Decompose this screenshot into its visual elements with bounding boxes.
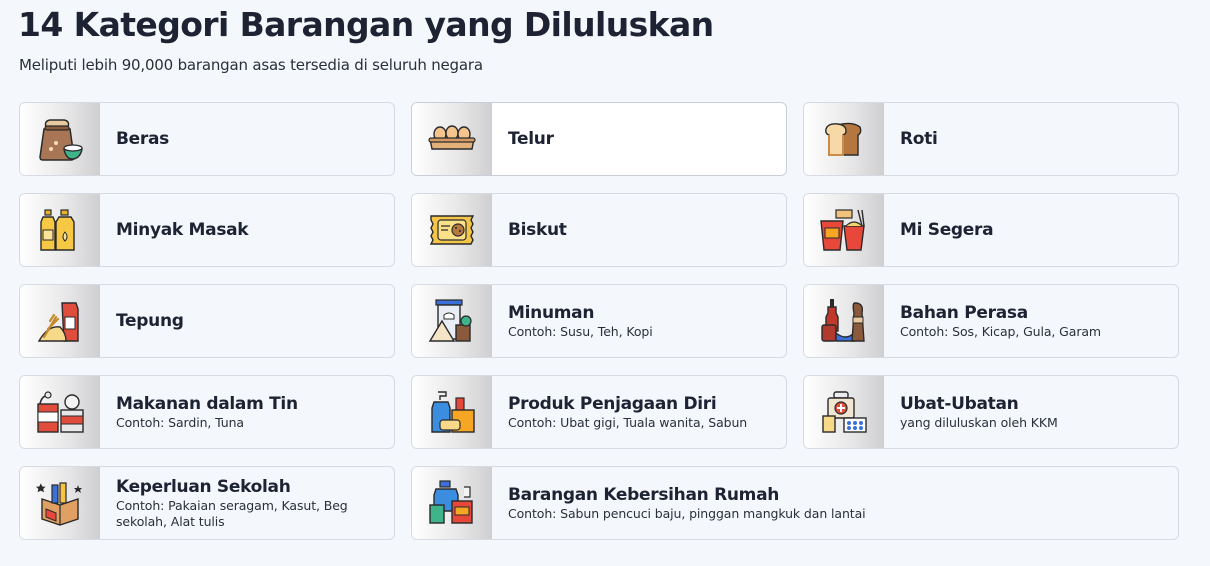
- category-card-mi-segera[interactable]: Mi Segera: [803, 193, 1179, 267]
- category-card-telur[interactable]: Telur: [411, 102, 787, 176]
- flour-icon: [37, 302, 79, 342]
- category-label: Minyak Masak: [116, 220, 249, 240]
- category-label: Tepung: [116, 311, 184, 331]
- category-description: Contoh: Sardin, Tuna: [116, 414, 244, 430]
- rice-sack-icon: [39, 119, 83, 161]
- bread-icon: [825, 122, 862, 156]
- page-subtitle: Meliputi lebih 90,000 barangan asas ters…: [19, 56, 483, 74]
- personal-care-icon: [431, 391, 475, 433]
- icon-container: [412, 103, 492, 175]
- category-description: Contoh: Susu, Teh, Kopi: [508, 323, 653, 339]
- category-label: Biskut: [508, 220, 567, 240]
- icon-container: [20, 285, 100, 357]
- category-label: Mi Segera: [900, 220, 994, 240]
- category-label: Bahan Perasa: [900, 302, 1028, 323]
- category-card-ubat-ubatan[interactable]: Ubat-Ubatan yang diluluskan oleh KKM: [803, 375, 1179, 449]
- category-label: Roti: [900, 129, 938, 149]
- category-card-bahan-perasa[interactable]: Bahan Perasa Contoh: Sos, Kicap, Gula, G…: [803, 284, 1179, 358]
- page-title: 14 Kategori Barangan yang Diluluskan: [18, 5, 714, 44]
- canned-food-icon: [37, 391, 84, 433]
- category-description: Contoh: Ubat gigi, Tuala wanita, Sabun: [508, 414, 748, 430]
- instant-noodle-icon: [820, 209, 865, 251]
- category-card-keperluan-sekolah[interactable]: Keperluan Sekolah Contoh: Pakaian seraga…: [19, 466, 395, 540]
- icon-container: [20, 376, 100, 448]
- icon-container: [804, 103, 884, 175]
- category-card-makanan-dalam-tin[interactable]: Makanan dalam Tin Contoh: Sardin, Tuna: [19, 375, 395, 449]
- household-cleaning-icon: [429, 480, 473, 524]
- school-supplies-icon: [36, 482, 82, 526]
- biscuit-icon: [429, 215, 475, 245]
- category-grid: Beras Telur Roti Minyak Masak Biskut Mi …: [19, 102, 1179, 540]
- category-card-barangan-kebersihan-rumah[interactable]: Barangan Kebersihan Rumah Contoh: Sabun …: [411, 466, 1179, 540]
- condiment-icon: [821, 299, 865, 342]
- icon-container: [412, 376, 492, 448]
- category-label: Beras: [116, 129, 169, 149]
- category-card-produk-penjagaan-diri[interactable]: Produk Penjagaan Diri Contoh: Ubat gigi,…: [411, 375, 787, 449]
- icon-container: [804, 194, 884, 266]
- icon-container: [804, 285, 884, 357]
- beverage-icon: [428, 299, 472, 342]
- medicine-icon: [822, 391, 867, 433]
- icon-container: [804, 376, 884, 448]
- category-label: Ubat-Ubatan: [900, 393, 1019, 414]
- category-description: Contoh: Sos, Kicap, Gula, Garam: [900, 323, 1101, 339]
- category-card-tepung[interactable]: Tepung: [19, 284, 395, 358]
- category-label: Makanan dalam Tin: [116, 393, 298, 414]
- cooking-oil-icon: [40, 209, 75, 251]
- category-label: Barangan Kebersihan Rumah: [508, 484, 780, 505]
- category-card-minuman[interactable]: Minuman Contoh: Susu, Teh, Kopi: [411, 284, 787, 358]
- category-label: Minuman: [508, 302, 595, 323]
- category-card-roti[interactable]: Roti: [803, 102, 1179, 176]
- category-description: Contoh: Sabun pencuci baju, pinggan mang…: [508, 505, 866, 521]
- category-card-minyak-masak[interactable]: Minyak Masak: [19, 193, 395, 267]
- category-label: Telur: [508, 129, 554, 149]
- category-label: Keperluan Sekolah: [116, 476, 291, 497]
- category-card-biskut[interactable]: Biskut: [411, 193, 787, 267]
- icon-container: [20, 194, 100, 266]
- category-card-beras[interactable]: Beras: [19, 102, 395, 176]
- category-description: Contoh: Pakaian seragam, Kasut, Beg seko…: [116, 497, 348, 529]
- icon-container: [20, 103, 100, 175]
- icon-container: [412, 467, 492, 539]
- icon-container: [20, 467, 100, 539]
- icon-container: [412, 194, 492, 266]
- category-description: yang diluluskan oleh KKM: [900, 414, 1058, 430]
- category-label: Produk Penjagaan Diri: [508, 393, 717, 414]
- icon-container: [412, 285, 492, 357]
- egg-tray-icon: [428, 125, 476, 150]
